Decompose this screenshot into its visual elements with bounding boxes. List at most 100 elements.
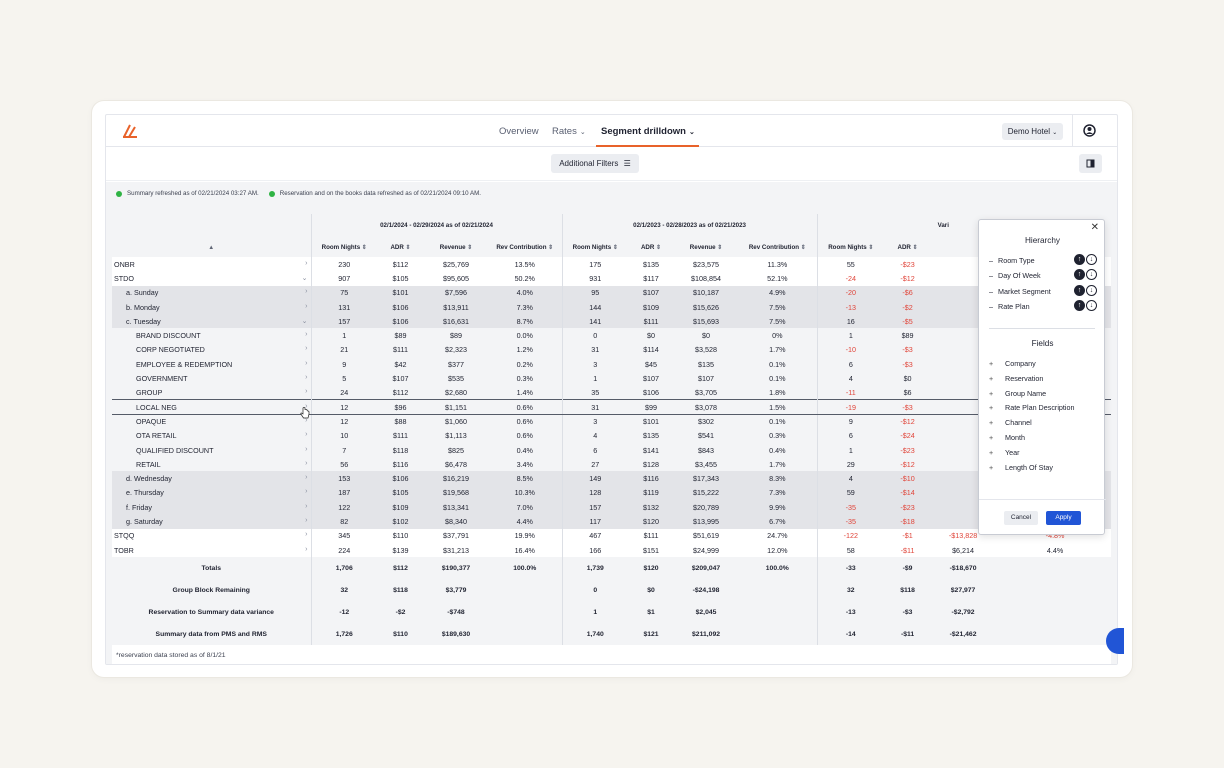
apply-button[interactable]: Apply	[1046, 511, 1081, 525]
table-row[interactable]: LOCAL NEG › 12 $96 $1,151 0.6% 31 $99 $3,078 1.5%…	[112, 399, 1111, 415]
column-header[interactable]: Room Nights ⇕	[817, 237, 885, 257]
chevron-right-icon[interactable]: ›	[305, 303, 307, 310]
table-row[interactable]: TOBR › 224 $139 $31,213 16.4% 166 $151 $24,999 12…	[112, 542, 1111, 558]
additional-filters-button[interactable]: Additional Filters ☰	[551, 154, 639, 173]
chevron-right-icon[interactable]: ›	[305, 331, 307, 338]
arrow-up-icon[interactable]: ↑	[1074, 269, 1085, 281]
chevron-right-icon[interactable]: ›	[305, 345, 307, 352]
table-row[interactable]: a. Sunday › 75 $101 $7,596 4.0% 95 $107 $10,187 4…	[112, 285, 1111, 300]
chevron-right-icon[interactable]: ›	[305, 360, 307, 367]
field-item[interactable]: + Group Name	[989, 389, 1046, 398]
arrow-down-icon[interactable]: ↓	[1086, 284, 1097, 296]
remove-icon[interactable]: –	[989, 302, 998, 311]
column-header[interactable]: Room Nights ⇕	[311, 237, 377, 257]
hierarchy-item[interactable]: – Room Type ↑ ↓	[989, 254, 1099, 265]
chevron-right-icon[interactable]: ›	[305, 517, 307, 524]
arrow-up-icon[interactable]: ↑	[1074, 284, 1085, 296]
table-row[interactable]: e. Thursday › 187 $105 $19,568 10.3% 128 $119 $1…	[112, 485, 1111, 501]
field-item[interactable]: + Channel	[989, 418, 1032, 427]
column-header[interactable]: Rev Contribution ⇕	[738, 237, 818, 257]
hierarchy-item[interactable]: – Rate Plan ↑ ↓	[989, 299, 1099, 311]
add-icon[interactable]: +	[989, 359, 1005, 368]
chevron-right-icon[interactable]: ›	[305, 460, 307, 467]
table-row[interactable]: RETAIL › 56 $116 $6,478 3.4% 27 $128 $3,455 1.7% 2…	[112, 457, 1111, 472]
row-label[interactable]: STDO ⌄	[112, 271, 312, 286]
row-label[interactable]: g. Saturday ›	[112, 514, 312, 529]
table-row[interactable]: c. Tuesday ⌄ 157 $106 $16,631 8.7% 141 $111 $15,…	[112, 314, 1111, 329]
close-icon[interactable]: ✕	[1091, 222, 1099, 233]
field-item[interactable]: + Year	[989, 448, 1020, 457]
hierarchy-item[interactable]: – Day Of Week ↑ ↓	[989, 269, 1099, 281]
column-header[interactable]: ADR ⇕	[884, 237, 932, 257]
table-row[interactable]: ONBR › 230 $112 $25,769 13.5% 175 $135 $23,575 11…	[112, 257, 1111, 272]
column-header[interactable]: Revenue ⇕	[674, 237, 739, 257]
row-label[interactable]: TOBR ›	[112, 542, 312, 558]
chevron-right-icon[interactable]: ›	[305, 446, 307, 453]
user-account-icon[interactable]	[1083, 124, 1096, 142]
table-row[interactable]: CORP NEGOTIATED › 21 $111 $2,323 1.2% 31 $114 $3…	[112, 342, 1111, 358]
hotel-selector[interactable]: Demo Hotel ⌄	[1002, 123, 1063, 140]
row-label[interactable]: BRAND DISCOUNT ›	[112, 328, 312, 343]
nav-segment-drilldown[interactable]: Segment drilldown ⌄	[601, 126, 695, 137]
table-row[interactable]: OPAQUE › 12 $88 $1,060 0.6% 3 $101 $302 0.1% 9 -$12	[112, 414, 1111, 429]
remove-icon[interactable]: –	[989, 256, 998, 265]
row-label[interactable]: a. Sunday ›	[112, 285, 312, 300]
table-row[interactable]: g. Saturday › 82 $102 $8,340 4.4% 117 $120 $13,9…	[112, 514, 1111, 529]
logo-icon[interactable]	[122, 124, 138, 143]
add-icon[interactable]: +	[989, 403, 1005, 412]
add-icon[interactable]: +	[989, 374, 1005, 383]
chevron-right-icon[interactable]: ›	[305, 531, 307, 538]
chevron-down-icon[interactable]: ⌄	[302, 274, 308, 282]
arrow-down-icon[interactable]: ↓	[1086, 299, 1097, 311]
field-item[interactable]: + Reservation	[989, 374, 1043, 383]
hierarchy-item[interactable]: – Market Segment ↑ ↓	[989, 284, 1099, 296]
nav-rates[interactable]: Rates ⌄	[552, 126, 586, 137]
column-header[interactable]: Rev Contribution ⇕	[488, 237, 563, 257]
column-header[interactable]: ADR ⇕	[628, 237, 675, 257]
add-icon[interactable]: +	[989, 418, 1005, 427]
row-label[interactable]: ONBR ›	[112, 257, 312, 272]
add-icon[interactable]: +	[989, 433, 1005, 442]
arrow-down-icon[interactable]: ↓	[1086, 269, 1097, 281]
field-item[interactable]: + Month	[989, 433, 1025, 442]
field-item[interactable]: + Rate Plan Description	[989, 403, 1075, 412]
remove-icon[interactable]: –	[989, 271, 998, 280]
field-item[interactable]: + Company	[989, 359, 1036, 368]
remove-icon[interactable]: –	[989, 287, 998, 296]
table-row[interactable]: d. Wednesday › 153 $106 $16,219 8.5% 149 $116 $1…	[112, 471, 1111, 486]
column-header[interactable]: Revenue ⇕	[424, 237, 488, 257]
row-label[interactable]: c. Tuesday ⌄	[112, 314, 312, 329]
row-label[interactable]: b. Monday ›	[112, 299, 312, 315]
table-row[interactable]: BRAND DISCOUNT › 1 $89 $89 0.0% 0 $0 $0 0% 1 $89	[112, 328, 1111, 343]
chevron-right-icon[interactable]: ›	[305, 503, 307, 510]
chevron-right-icon[interactable]: ›	[305, 546, 307, 553]
row-label[interactable]: OTA RETAIL ›	[112, 428, 312, 443]
row-label[interactable]: GROUP ›	[112, 385, 312, 400]
row-label[interactable]: d. Wednesday ›	[112, 471, 312, 486]
column-header[interactable]: Room Nights ⇕	[562, 237, 629, 257]
add-icon[interactable]: +	[989, 448, 1005, 457]
table-row[interactable]: b. Monday › 131 $106 $13,911 7.3% 144 $109 $15,6…	[112, 299, 1111, 315]
chevron-down-icon[interactable]: ⌄	[302, 317, 308, 325]
table-row[interactable]: GROUP › 24 $112 $2,680 1.4% 35 $106 $3,705 1.8% -1…	[112, 385, 1111, 400]
add-icon[interactable]: +	[989, 463, 1005, 472]
table-row[interactable]: STDO ⌄ 907 $105 $95,605 50.2% 931 $117 $108,854 5…	[112, 271, 1111, 286]
cancel-button[interactable]: Cancel	[1004, 511, 1038, 525]
arrow-up-icon[interactable]: ↑	[1074, 299, 1085, 311]
panel-toggle-button[interactable]	[1079, 154, 1102, 173]
nav-overview[interactable]: Overview	[499, 126, 539, 137]
chevron-right-icon[interactable]: ›	[305, 260, 307, 267]
table-row[interactable]: EMPLOYEE & REDEMPTION › 9 $42 $377 0.2% 3 $45 $1…	[112, 357, 1111, 372]
chevron-right-icon[interactable]: ›	[305, 288, 307, 295]
arrow-down-icon[interactable]: ↓	[1086, 254, 1097, 265]
column-header[interactable]: ADR ⇕	[377, 237, 424, 257]
row-label[interactable]: LOCAL NEG ›	[112, 399, 312, 415]
chevron-right-icon[interactable]: ›	[305, 488, 307, 495]
row-label[interactable]: CORP NEGOTIATED ›	[112, 342, 312, 358]
row-label[interactable]: e. Thursday ›	[112, 485, 312, 501]
chevron-right-icon[interactable]: ›	[305, 431, 307, 438]
chevron-right-icon[interactable]: ›	[305, 374, 307, 381]
table-row[interactable]: STQQ › 345 $110 $37,791 19.9% 467 $111 $51,619 24…	[112, 528, 1111, 543]
chevron-right-icon[interactable]: ›	[305, 474, 307, 481]
table-row[interactable]: QUALIFIED DISCOUNT › 7 $118 $825 0.4% 6 $141 $84…	[112, 442, 1111, 458]
